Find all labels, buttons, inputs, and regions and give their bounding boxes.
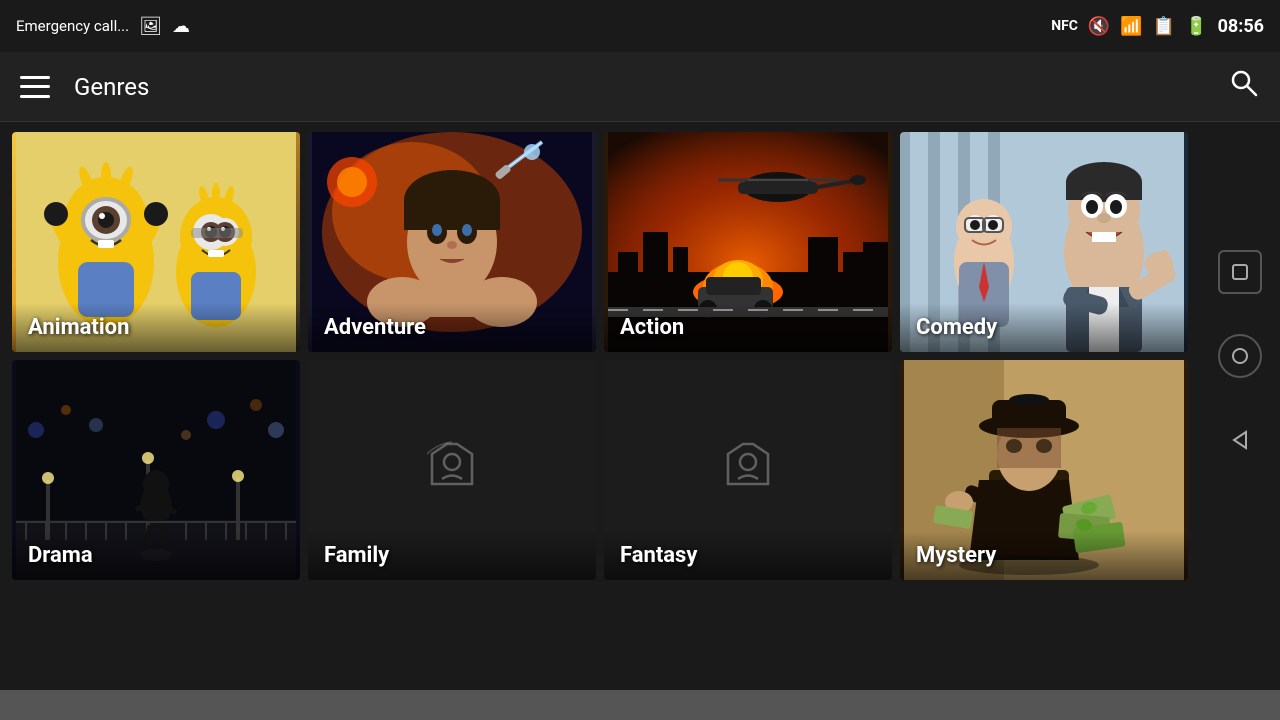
nav-buttons — [1200, 122, 1280, 590]
status-bar: Emergency call... 🖼 ☁ NFC 🔇 📶 📋 🔋 08:56 — [0, 0, 1280, 52]
bottom-bar — [0, 690, 1280, 720]
mute-icon: 🔇 — [1088, 16, 1110, 37]
nav-circle-button[interactable] — [1218, 334, 1262, 378]
placeholder-icon-family — [422, 434, 482, 506]
gallery-icon: 🖼 — [139, 16, 162, 37]
wifi-icon: 📶 — [1120, 16, 1142, 37]
genre-label-drama: Drama — [12, 531, 300, 580]
nav-back-button[interactable] — [1218, 418, 1262, 462]
genre-label-family: Family — [308, 531, 596, 580]
status-bar-left: Emergency call... 🖼 ☁ — [16, 16, 190, 37]
main-content: Animation — [0, 122, 1280, 590]
placeholder-icon-fantasy — [718, 434, 778, 506]
genre-label-animation: Animation — [12, 303, 300, 352]
genre-grid: Animation — [0, 122, 1200, 590]
page-title: Genres — [74, 73, 1204, 101]
status-bar-right: NFC 🔇 📶 📋 🔋 08:56 — [1051, 16, 1264, 37]
genre-label-action: Action — [604, 303, 892, 352]
genre-tile-action[interactable]: Action — [604, 132, 892, 352]
genre-label-fantasy: Fantasy — [604, 531, 892, 580]
emergency-call-text: Emergency call... — [16, 17, 129, 35]
genre-tile-adventure[interactable]: Adventure — [308, 132, 596, 352]
sim-icon: 📋 — [1153, 16, 1175, 37]
cloud-icon: ☁ — [172, 16, 190, 37]
genre-tile-family[interactable]: Family — [308, 360, 596, 580]
status-time: 08:56 — [1218, 16, 1264, 37]
genre-tile-drama[interactable]: Drama — [12, 360, 300, 580]
nfc-icon: NFC — [1051, 18, 1078, 34]
nav-square-button[interactable] — [1218, 250, 1262, 294]
genre-label-adventure: Adventure — [308, 303, 596, 352]
battery-icon: 🔋 — [1185, 16, 1207, 37]
app-bar: Genres — [0, 52, 1280, 122]
genre-tile-fantasy[interactable]: Fantasy — [604, 360, 892, 580]
genre-tile-animation[interactable]: Animation — [12, 132, 300, 352]
genre-label-mystery: Mystery — [900, 531, 1188, 580]
hamburger-menu-button[interactable] — [20, 76, 50, 98]
genre-label-comedy: Comedy — [900, 303, 1188, 352]
genre-tile-comedy[interactable]: Comedy — [900, 132, 1188, 352]
genre-tile-mystery[interactable]: Mystery — [900, 360, 1188, 580]
search-button[interactable] — [1228, 67, 1260, 106]
